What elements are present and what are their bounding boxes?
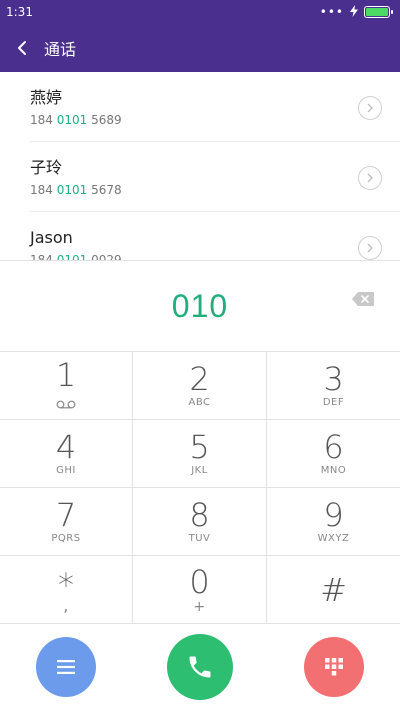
key-digit: 9 — [323, 496, 344, 534]
key-digit: 1 — [55, 356, 77, 394]
key-7[interactable]: 7 PQRS — [0, 488, 133, 556]
key-4[interactable]: 4 GHI — [0, 420, 133, 488]
contact-name: 子玲 — [30, 158, 63, 177]
key-digit: 5 — [189, 428, 210, 466]
status-time: 1:31 — [6, 5, 33, 19]
key-hash[interactable]: # — [267, 556, 400, 624]
contact-number: 184 0101 0029 — [30, 252, 400, 260]
key-2[interactable]: 2 ABC — [133, 352, 267, 420]
contact-row[interactable]: Jason 184 0101 0029 — [30, 212, 400, 260]
key-letters: , — [63, 595, 69, 615]
key-letters: WXYZ — [317, 533, 350, 544]
key-digit: # — [320, 570, 347, 609]
key-0[interactable]: 0 + — [133, 556, 267, 624]
contact-suggestion-list: 燕婷 184 0101 5689 子玲 184 0101 5678 Jason … — [0, 72, 400, 260]
keypad-toggle-button[interactable] — [304, 637, 364, 697]
back-button[interactable] — [0, 24, 44, 72]
key-3[interactable]: 3 DEF — [267, 352, 400, 420]
key-letters: JKL — [191, 465, 208, 476]
dialpad-icon — [325, 658, 343, 676]
number-match: 0101 — [56, 113, 88, 127]
menu-button[interactable] — [36, 637, 96, 697]
key-star[interactable]: * , — [0, 556, 133, 624]
key-letters: ABC — [188, 397, 211, 408]
key-6[interactable]: 6 MNO — [267, 420, 400, 488]
contact-number: 184 0101 5689 — [30, 113, 122, 127]
battery-level — [366, 8, 388, 16]
key-9[interactable]: 9 WXYZ — [267, 488, 400, 556]
key-1[interactable]: 1 — [0, 352, 133, 420]
page-title: 通话 — [44, 40, 77, 59]
contact-row[interactable]: 子玲 184 0101 5678 — [30, 142, 400, 212]
chevron-right-icon — [367, 103, 373, 113]
key-letters: DEF — [322, 397, 345, 408]
number-match: 0101 — [56, 183, 88, 197]
backspace-button[interactable] — [352, 291, 374, 306]
key-digit: 4 — [55, 428, 77, 466]
status-bar: 1:31 ••• — [0, 0, 400, 24]
key-digit: 6 — [323, 428, 344, 466]
dialer-action-bar — [0, 623, 400, 711]
key-letters: MNO — [320, 465, 347, 476]
charging-icon — [350, 4, 358, 20]
dialed-number[interactable]: 010 — [172, 288, 228, 325]
dial-keypad: 1 2 ABC 3 DEF 4 GHI 5 JKL 6 MNO 7 PQRS 8… — [0, 351, 400, 624]
key-5[interactable]: 5 JKL — [133, 420, 267, 488]
phone-icon — [189, 656, 211, 678]
battery-icon — [364, 6, 393, 18]
contact-name: 燕婷 — [30, 88, 63, 107]
notification-dots: ••• — [319, 5, 344, 19]
key-digit: 8 — [189, 496, 210, 534]
header-bar: 通话 — [0, 24, 400, 72]
key-letters: + — [193, 599, 206, 615]
chevron-left-icon — [18, 41, 26, 55]
voicemail-icon — [56, 394, 76, 413]
key-8[interactable]: 8 TUV — [133, 488, 267, 556]
menu-icon — [57, 660, 75, 674]
key-letters: PQRS — [51, 533, 81, 544]
contact-name: Jason — [30, 228, 73, 247]
number-match: 0101 — [56, 253, 88, 260]
chevron-right-icon — [367, 173, 373, 183]
key-digit: 7 — [55, 496, 77, 534]
key-digit: 2 — [189, 360, 210, 398]
key-letters: GHI — [56, 465, 76, 476]
backspace-icon — [352, 292, 374, 306]
contact-row[interactable]: 燕婷 184 0101 5689 — [30, 72, 400, 142]
call-button[interactable] — [167, 634, 233, 700]
key-digit: 0 — [189, 563, 210, 601]
dial-display: 010 — [0, 260, 400, 351]
contact-detail-button[interactable] — [358, 166, 382, 190]
key-letters: TUV — [188, 533, 211, 544]
contact-detail-button[interactable] — [358, 236, 382, 260]
contact-detail-button[interactable] — [358, 96, 382, 120]
chevron-right-icon — [367, 243, 373, 253]
status-indicators: ••• — [319, 4, 393, 20]
key-digit: 3 — [323, 360, 344, 398]
contact-number: 184 0101 5678 — [30, 183, 122, 197]
